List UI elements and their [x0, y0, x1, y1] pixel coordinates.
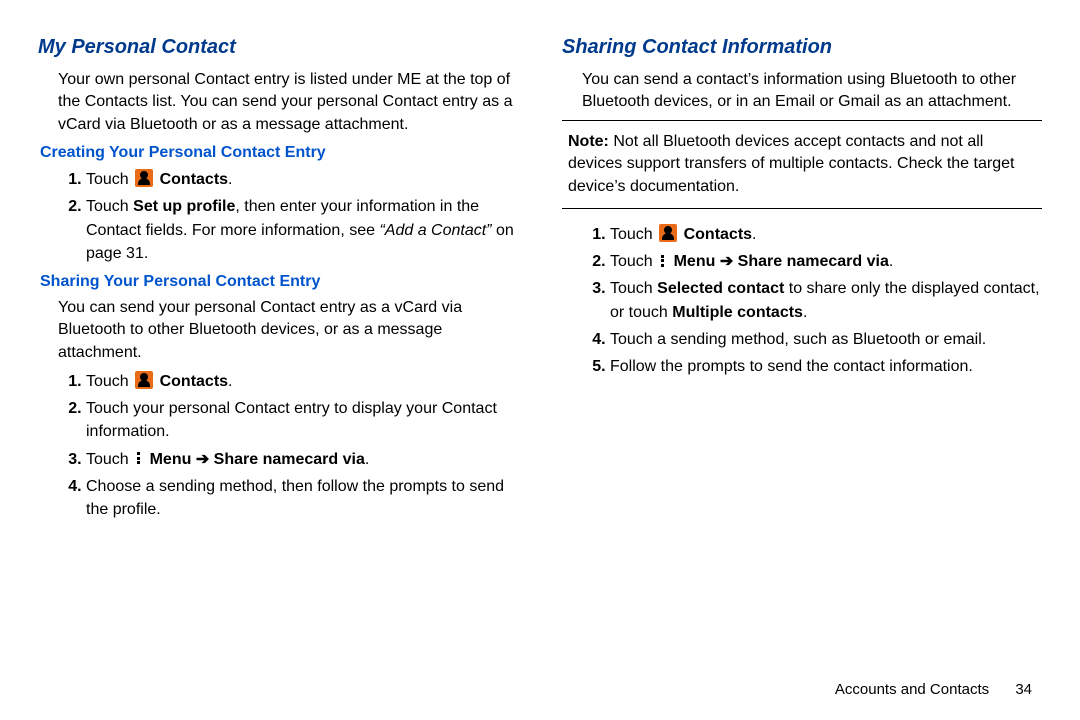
- step-follow-prompts: Follow the prompts to send the contact i…: [610, 355, 1042, 378]
- step-setup-profile: Touch Set up profile, then enter your in…: [86, 195, 518, 265]
- text-segment: .: [889, 253, 893, 270]
- text-segment: .: [228, 171, 232, 188]
- sharing-info-steps: Touch Contacts. Touch Menu ➔ Share namec…: [562, 223, 1042, 378]
- contacts-icon: [135, 169, 153, 187]
- text-segment: .: [365, 451, 369, 468]
- heading-creating-entry: Creating Your Personal Contact Entry: [40, 144, 518, 162]
- text-segment: Touch: [86, 198, 133, 215]
- text-segment: Touch: [86, 373, 133, 390]
- share-namecard-label: Share namecard via: [738, 253, 889, 270]
- text-segment: Touch: [610, 253, 657, 270]
- text-segment: Touch: [86, 171, 133, 188]
- text-segment: Touch: [610, 226, 657, 243]
- right-column: Sharing Contact Information You can send…: [562, 30, 1042, 525]
- step-menu-share: Touch Menu ➔ Share namecard via.: [610, 250, 1042, 273]
- selected-contact-label: Selected contact: [657, 280, 784, 297]
- arrow-icon: ➔: [191, 451, 213, 468]
- setup-profile-label: Set up profile: [133, 198, 235, 215]
- multiple-contacts-label: Multiple contacts: [672, 304, 803, 321]
- heading-my-personal-contact: My Personal Contact: [38, 36, 518, 59]
- sharing-steps: Touch Contacts. Touch your personal Cont…: [38, 370, 518, 521]
- step-menu-share: Touch Menu ➔ Share namecard via.: [86, 448, 518, 471]
- step-sending-method: Touch a sending method, such as Bluetoot…: [610, 328, 1042, 351]
- step-selected-contact: Touch Selected contact to share only the…: [610, 277, 1042, 323]
- step-display-contact: Touch your personal Contact entry to dis…: [86, 397, 518, 443]
- text-segment: .: [803, 304, 807, 321]
- step-touch-contacts: Touch Contacts.: [610, 223, 1042, 246]
- contacts-label: Contacts: [160, 171, 228, 188]
- step-touch-contacts: Touch Contacts.: [86, 370, 518, 393]
- left-column: My Personal Contact Your own personal Co…: [38, 30, 518, 525]
- menu-label: Menu: [674, 253, 716, 270]
- heading-sharing-entry: Sharing Your Personal Contact Entry: [40, 273, 518, 291]
- sharing-intro: You can send your personal Contact entry…: [58, 297, 518, 364]
- contacts-icon: [659, 224, 677, 242]
- text-segment: .: [752, 226, 756, 243]
- text-segment: Touch: [610, 280, 657, 297]
- contacts-label: Contacts: [684, 226, 752, 243]
- footer-section: Accounts and Contacts: [835, 681, 989, 698]
- intro-paragraph: Your own personal Contact entry is liste…: [58, 69, 518, 136]
- footer-page-number: 34: [1015, 681, 1032, 698]
- share-namecard-label: Share namecard via: [214, 451, 365, 468]
- note-text: Not all Bluetooth devices accept contact…: [568, 133, 1014, 195]
- step-choose-method: Choose a sending method, then follow the…: [86, 475, 518, 521]
- contacts-icon: [135, 371, 153, 389]
- note-box: Note: Not all Bluetooth devices accept c…: [562, 120, 1042, 209]
- page-footer: Accounts and Contacts 34: [835, 681, 1032, 698]
- menu-label: Menu: [150, 451, 192, 468]
- arrow-icon: ➔: [715, 253, 737, 270]
- text-segment: .: [228, 373, 232, 390]
- creating-steps: Touch Contacts. Touch Set up profile, th…: [38, 168, 518, 265]
- sharing-info-intro: You can send a contact’s information usi…: [582, 69, 1042, 114]
- contacts-label: Contacts: [160, 373, 228, 390]
- note-label: Note:: [568, 133, 613, 150]
- step-touch-contacts: Touch Contacts.: [86, 168, 518, 191]
- text-segment: Touch: [86, 451, 133, 468]
- menu-icon: [133, 451, 143, 466]
- cross-reference: “Add a Contact”: [379, 222, 496, 239]
- page-content: My Personal Contact Your own personal Co…: [0, 0, 1080, 525]
- menu-icon: [657, 253, 667, 268]
- heading-sharing-info: Sharing Contact Information: [562, 36, 1042, 59]
